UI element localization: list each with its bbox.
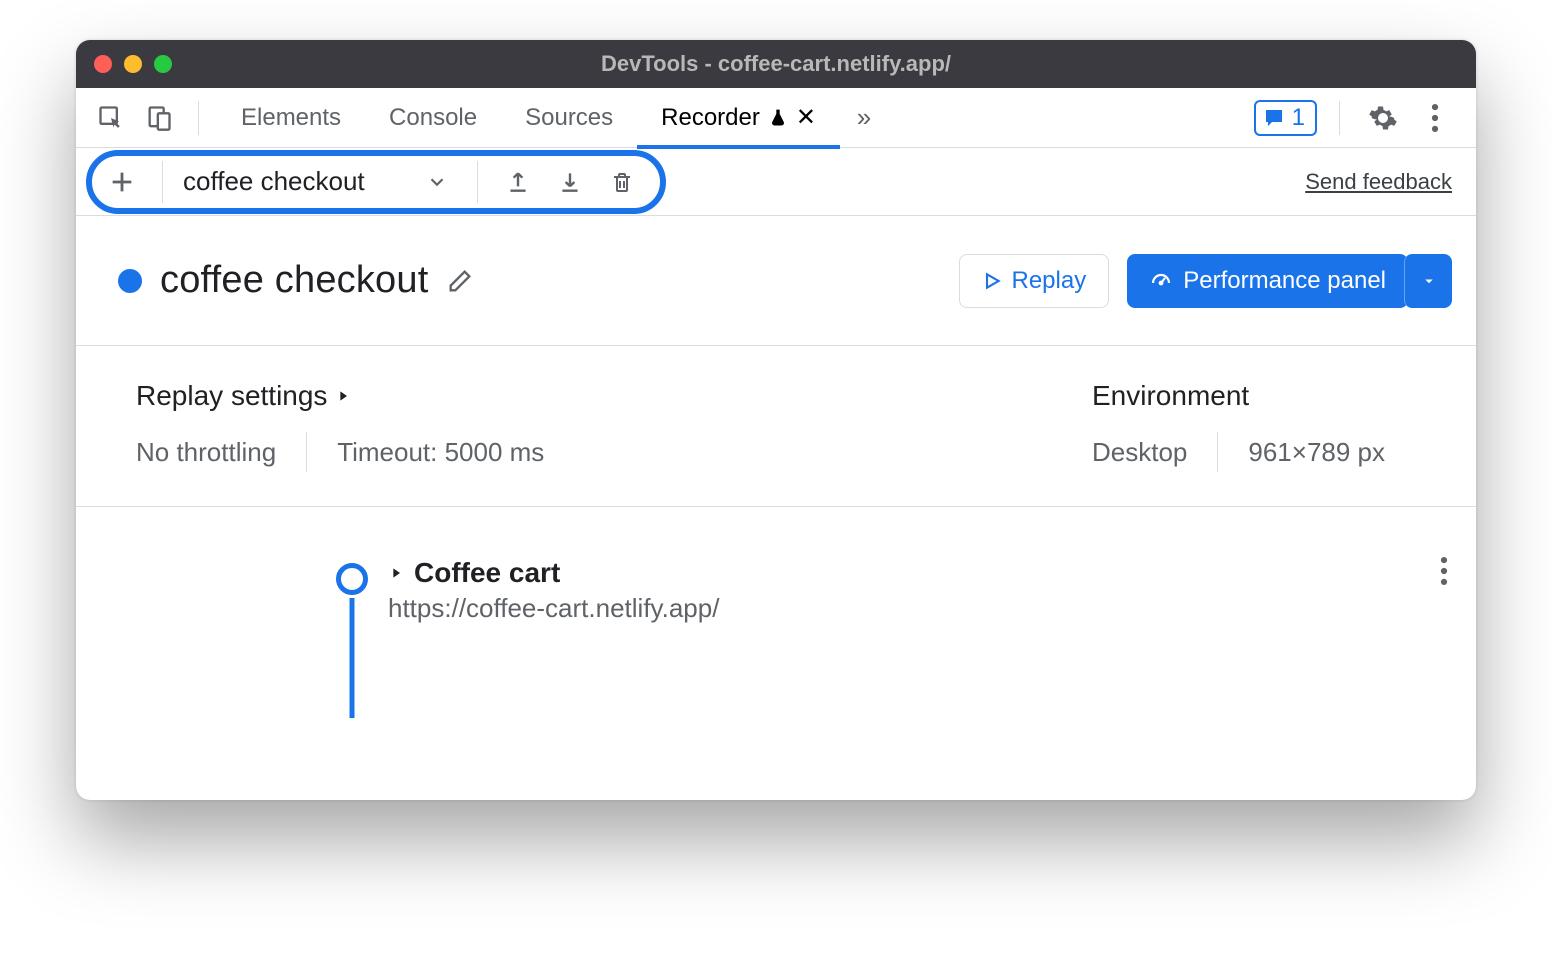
delete-recording-button[interactable]	[598, 158, 646, 206]
performance-panel-dropdown[interactable]	[1404, 254, 1452, 308]
replay-settings-header: Replay settings	[136, 380, 327, 412]
caret-right-icon	[335, 388, 351, 404]
tab-elements[interactable]: Elements	[217, 88, 365, 148]
panel-tabstrip: Elements Console Sources Recorder ✕ » 1	[76, 88, 1476, 148]
import-recording-button[interactable]	[546, 158, 594, 206]
separator	[1217, 432, 1218, 472]
separator	[162, 161, 163, 203]
tab-console[interactable]: Console	[365, 88, 501, 148]
maximize-window-button[interactable]	[154, 55, 172, 73]
toggle-device-toolbar-icon[interactable]	[138, 97, 180, 139]
performance-panel-button[interactable]: Performance panel	[1127, 254, 1408, 308]
recording-header: coffee checkout Replay Performance panel	[76, 216, 1476, 346]
settings-gear-icon[interactable]	[1362, 97, 1404, 139]
separator	[198, 101, 199, 135]
replay-button[interactable]: Replay	[959, 254, 1110, 308]
recording-selector-group: coffee checkout	[86, 150, 666, 214]
recording-status-dot	[118, 269, 142, 293]
separator	[1339, 101, 1340, 135]
tab-label: Elements	[241, 104, 341, 132]
inspect-element-icon[interactable]	[90, 97, 132, 139]
steps-list: Coffee cart https://coffee-cart.netlify.…	[76, 507, 1476, 624]
tab-label: Console	[389, 104, 477, 132]
step-row: Coffee cart https://coffee-cart.netlify.…	[336, 557, 1452, 624]
recording-selector[interactable]: coffee checkout	[179, 166, 409, 197]
replay-settings-toggle[interactable]: Replay settings	[136, 380, 636, 412]
settings-environment-row: Replay settings No throttling Timeout: 5…	[76, 346, 1476, 507]
issues-count: 1	[1292, 104, 1305, 132]
throttling-value: No throttling	[136, 437, 276, 468]
kebab-menu-icon[interactable]	[1414, 97, 1456, 139]
timeout-value: Timeout: 5000 ms	[337, 437, 544, 468]
title-bar: DevTools - coffee-cart.netlify.app/	[76, 40, 1476, 88]
minimize-window-button[interactable]	[124, 55, 142, 73]
close-tab-icon[interactable]: ✕	[796, 103, 816, 132]
separator	[306, 432, 307, 472]
tab-sources[interactable]: Sources	[501, 88, 637, 148]
devtools-window: DevTools - coffee-cart.netlify.app/ Elem…	[76, 40, 1476, 800]
step-url: https://coffee-cart.netlify.app/	[388, 593, 1452, 624]
step-expand-toggle[interactable]: Coffee cart	[388, 557, 1452, 589]
send-feedback-link[interactable]: Send feedback	[1305, 169, 1452, 195]
issues-badge[interactable]: 1	[1254, 100, 1317, 136]
window-controls	[94, 55, 172, 73]
window-title: DevTools - coffee-cart.netlify.app/	[76, 51, 1476, 77]
message-icon	[1262, 106, 1286, 130]
separator	[477, 161, 478, 203]
environment-section: Environment Desktop 961×789 px	[1092, 380, 1452, 472]
chevron-down-icon[interactable]	[413, 158, 461, 206]
performance-panel-label: Performance panel	[1183, 267, 1386, 295]
export-recording-button[interactable]	[494, 158, 542, 206]
tab-label: Sources	[525, 104, 613, 132]
close-window-button[interactable]	[94, 55, 112, 73]
play-icon	[982, 271, 1002, 291]
step-title: Coffee cart	[414, 557, 560, 589]
edit-title-button[interactable]	[446, 267, 474, 295]
environment-header: Environment	[1092, 380, 1249, 412]
viewport-value: 961×789 px	[1248, 437, 1385, 468]
replay-button-label: Replay	[1012, 267, 1087, 295]
flask-icon	[768, 108, 788, 128]
new-recording-button[interactable]	[98, 158, 146, 206]
device-value: Desktop	[1092, 437, 1187, 468]
step-options-button[interactable]	[1440, 557, 1448, 585]
gauge-icon	[1149, 269, 1173, 293]
recording-title: coffee checkout	[160, 259, 428, 302]
recorder-toolbar: coffee checkout Send feedback	[76, 148, 1476, 216]
tab-recorder[interactable]: Recorder ✕	[637, 88, 840, 148]
tab-label: Recorder	[661, 104, 760, 132]
recording-name-label: coffee checkout	[183, 166, 365, 196]
caret-right-icon	[388, 565, 404, 581]
more-tabs-icon[interactable]: »	[846, 102, 882, 133]
replay-settings-section: Replay settings No throttling Timeout: 5…	[136, 380, 636, 472]
step-bullet-icon	[336, 563, 368, 595]
